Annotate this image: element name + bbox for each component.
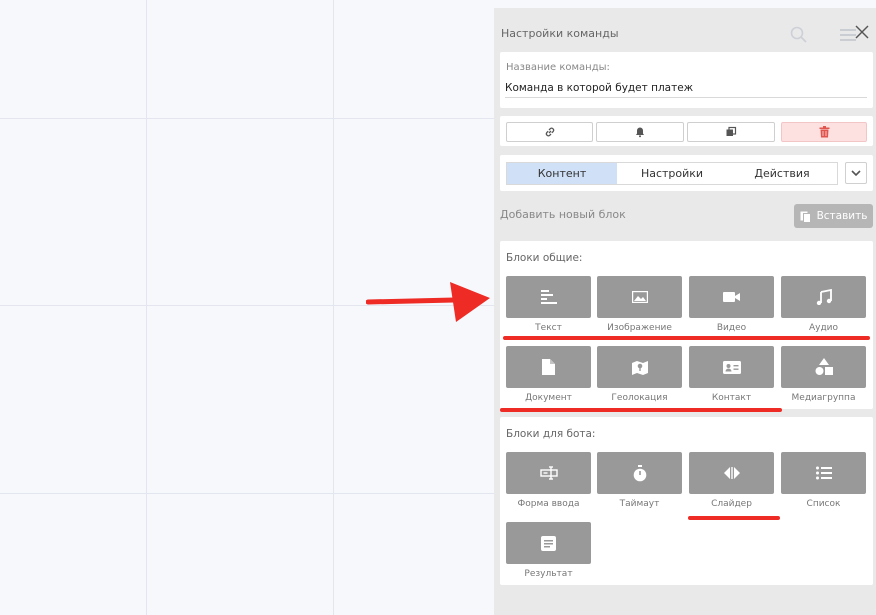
image-icon — [631, 291, 648, 303]
block-audio-button[interactable] — [781, 276, 866, 318]
block-document-label: Документ — [525, 393, 572, 403]
search-icon — [790, 26, 807, 43]
block-text-label: Текст — [535, 323, 562, 333]
slider-icon — [723, 467, 740, 479]
grid-line — [0, 118, 494, 119]
copy-link-button[interactable] — [506, 122, 593, 142]
general-blocks-card: Блоки общие: Текст Изображение Видео Ауд… — [500, 241, 873, 409]
annotation-underline — [503, 336, 870, 340]
delete-button[interactable] — [781, 122, 867, 142]
command-actions-card — [500, 116, 873, 146]
command-name-input[interactable] — [505, 78, 867, 98]
block-result-button[interactable] — [506, 522, 591, 564]
contact-card-icon — [722, 360, 741, 374]
tab-actions[interactable]: Действия — [727, 163, 837, 184]
annotation-underline — [500, 408, 782, 412]
block-image-label: Изображение — [607, 323, 672, 333]
notification-button[interactable] — [596, 122, 684, 142]
block-timeout-label: Таймаут — [619, 499, 660, 509]
bot-blocks-card: Блоки для бота: Форма ввода Таймаут Слай… — [500, 417, 873, 585]
map-icon — [631, 361, 648, 375]
block-mediagroup-label: Медиагруппа — [791, 393, 856, 403]
close-icon[interactable] — [854, 24, 870, 40]
tab-bar: Контент Настройки Действия — [506, 162, 838, 185]
paste-button[interactable]: Вставить — [794, 204, 873, 228]
chevron-down-icon — [851, 169, 861, 176]
document-icon — [542, 359, 555, 375]
trash-icon — [819, 126, 829, 138]
block-input-form-label: Форма ввода — [517, 499, 580, 509]
music-icon — [816, 289, 832, 305]
add-block-label: Добавить новый блок — [500, 208, 626, 221]
block-video-button[interactable] — [689, 276, 774, 318]
tab-content[interactable]: Контент — [507, 163, 617, 184]
command-name-label: Название команды: — [506, 62, 610, 73]
block-slider-label: Слайдер — [711, 499, 752, 509]
input-form-icon — [539, 466, 558, 480]
tabs-card: Контент Настройки Действия — [500, 155, 873, 191]
block-geolocation-button[interactable] — [597, 346, 682, 388]
stopwatch-icon — [633, 464, 646, 481]
bell-icon — [636, 127, 644, 138]
block-video-label: Видео — [716, 323, 747, 333]
block-image-button[interactable] — [597, 276, 682, 318]
bot-blocks-title: Блоки для бота: — [506, 428, 596, 440]
block-input-form-button[interactable] — [506, 452, 591, 494]
link-icon — [545, 127, 554, 137]
block-timeout-button[interactable] — [597, 452, 682, 494]
block-geolocation-label: Геолокация — [611, 393, 668, 403]
video-icon — [722, 292, 740, 302]
text-icon — [540, 290, 557, 304]
annotation-underline — [688, 516, 780, 520]
tab-settings[interactable]: Настройки — [617, 163, 727, 184]
block-slider-button[interactable] — [689, 452, 774, 494]
tabs-more-button[interactable] — [845, 162, 867, 184]
block-mediagroup-button[interactable] — [781, 346, 866, 388]
shapes-icon — [815, 358, 833, 375]
copy-icon — [726, 126, 737, 136]
general-blocks-title: Блоки общие: — [506, 252, 583, 264]
annotation-arrow-icon — [366, 282, 490, 322]
block-text-button[interactable] — [506, 276, 591, 318]
grid-line — [0, 493, 494, 494]
block-result-label: Результат — [524, 569, 573, 579]
block-contact-button[interactable] — [689, 346, 774, 388]
clipboard-icon — [800, 211, 811, 223]
grid-line — [333, 0, 334, 615]
paste-button-label: Вставить — [816, 210, 868, 222]
duplicate-button[interactable] — [687, 122, 775, 142]
result-icon — [541, 535, 556, 551]
block-contact-label: Контакт — [711, 393, 752, 403]
command-name-card: Название команды: — [500, 52, 873, 108]
block-list-label: Список — [806, 499, 841, 509]
block-document-button[interactable] — [506, 346, 591, 388]
grid-line — [146, 0, 147, 615]
block-audio-label: Аудио — [808, 323, 839, 333]
block-list-button[interactable] — [781, 452, 866, 494]
list-icon — [815, 466, 832, 480]
panel-title: Настройки команды — [501, 27, 619, 40]
